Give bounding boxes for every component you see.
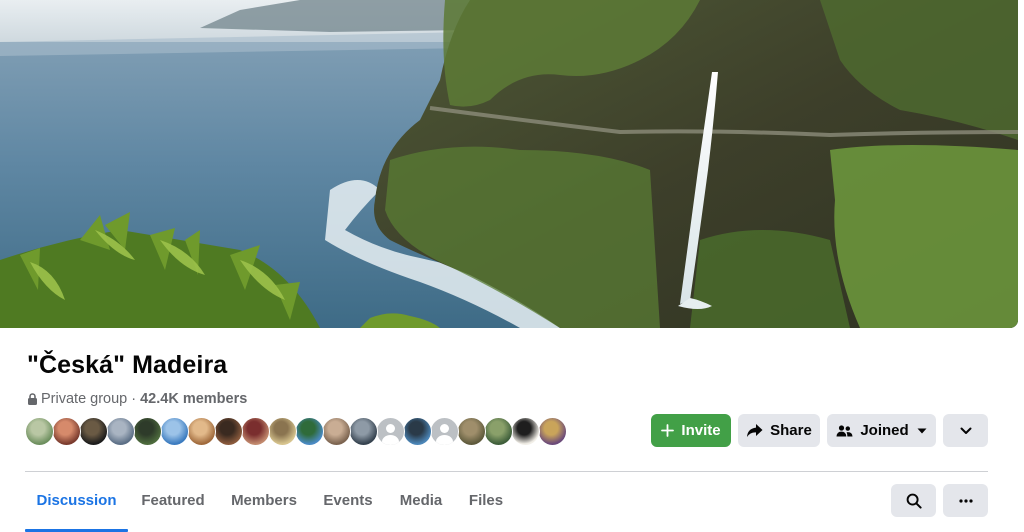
member-avatar[interactable]: [79, 417, 108, 446]
tab-files[interactable]: Files: [463, 472, 509, 528]
member-avatar[interactable]: [52, 417, 81, 446]
group-name: "Česká" Madeira: [27, 351, 228, 379]
member-avatar[interactable]: [511, 417, 540, 446]
member-avatar[interactable]: [457, 417, 486, 446]
tab-media[interactable]: Media: [393, 472, 449, 528]
member-avatar[interactable]: [268, 417, 297, 446]
cover-photo[interactable]: [0, 0, 1018, 328]
tab-featured[interactable]: Featured: [133, 472, 213, 528]
search-button[interactable]: [891, 484, 936, 517]
invite-label: Invite: [681, 422, 721, 439]
tab-events[interactable]: Events: [317, 472, 379, 528]
search-icon: [906, 493, 922, 509]
lock-icon: [28, 393, 37, 405]
meta-separator: ·: [131, 391, 137, 407]
chevron-down-icon: [960, 427, 971, 434]
caret-down-icon: [917, 428, 927, 433]
cover-photo-image: [0, 0, 1018, 328]
member-avatar[interactable]: [106, 417, 135, 446]
member-avatar[interactable]: [241, 417, 270, 446]
member-avatar[interactable]: [538, 417, 567, 446]
group-meta: Private group · 42.4K members: [27, 391, 247, 407]
more-dots-icon: [958, 498, 973, 503]
group-people-icon: [836, 424, 853, 436]
member-count-link[interactable]: 42.4K members: [140, 391, 247, 407]
member-avatar[interactable]: [295, 417, 324, 446]
member-avatar[interactable]: [376, 417, 405, 446]
member-avatar[interactable]: [214, 417, 243, 446]
member-avatar[interactable]: [187, 417, 216, 446]
member-avatar[interactable]: [160, 417, 189, 446]
member-avatar[interactable]: [25, 417, 54, 446]
share-arrow-icon: [747, 424, 763, 437]
invite-button[interactable]: Invite: [651, 414, 731, 447]
overflow-menu-button[interactable]: [943, 484, 988, 517]
member-avatar[interactable]: [430, 417, 459, 446]
share-button[interactable]: Share: [738, 414, 820, 447]
tab-discussion[interactable]: Discussion: [25, 472, 128, 532]
member-avatar[interactable]: [349, 417, 378, 446]
member-avatar[interactable]: [133, 417, 162, 446]
privacy-label: Private group: [41, 391, 128, 407]
share-label: Share: [770, 422, 812, 439]
member-avatar[interactable]: [484, 417, 513, 446]
member-avatars: [25, 417, 567, 447]
plus-icon: [661, 424, 675, 437]
member-avatar[interactable]: [403, 417, 432, 446]
more-options-button[interactable]: [943, 414, 988, 447]
joined-label: Joined: [860, 422, 909, 439]
member-avatar[interactable]: [322, 417, 351, 446]
joined-button[interactable]: Joined: [827, 414, 936, 447]
tab-members[interactable]: Members: [223, 472, 305, 528]
